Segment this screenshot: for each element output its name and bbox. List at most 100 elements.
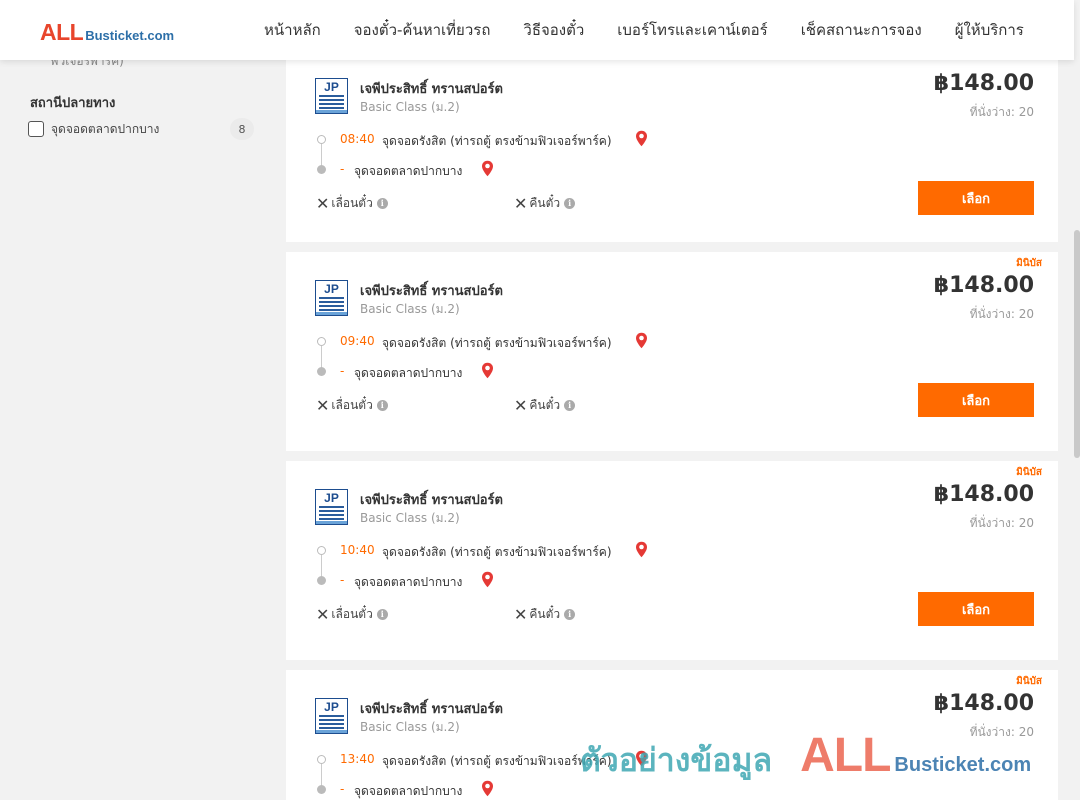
route-line [321,555,322,577]
map-pin-icon[interactable] [481,571,494,588]
scrollbar-thumb[interactable] [1074,230,1080,458]
ticket-price: ฿148.00 [933,482,1034,507]
operator-logo-text: JP [324,80,339,94]
destination-filter-option[interactable]: จุดจอดตลาดปากบาง 8 [28,118,256,140]
departure-time: 10:40 [340,543,375,557]
arrival-place: จุดจอดตลาดปากบาง [354,784,463,798]
arrival-place: จุดจอดตลาดปากบาง [354,164,463,178]
cross-icon: ✕ [514,193,528,213]
select-trip-button[interactable]: เลือก [918,181,1034,215]
minibus-tag: มินิบัส [1016,467,1042,478]
arrival-dash: - [340,162,345,176]
departure-place: จุดจอดรังสิต (ท่ารถตู้ ตรงข้ามฟิวเจอร์พา… [382,754,612,768]
minibus-tag: มินิบัส [1016,676,1042,687]
map-pin-icon[interactable] [481,780,494,797]
watermark-busticket: Busticket.com [894,754,1032,776]
minibus-tag: มินิบัส [1016,258,1042,269]
arrival-dash: - [340,573,345,587]
route-start-dot [317,546,326,555]
route-end-dot [317,165,326,174]
cross-icon: ✕ [316,395,330,415]
nav-check-booking[interactable]: เช็คสถานะการจอง [801,18,922,42]
watermark-all: ALL [800,729,891,782]
route-end-dot [317,367,326,376]
operator-name: เจพีประสิทธิ์ ทรานสปอร์ต [360,82,503,97]
nav-phone-counters[interactable]: เบอร์โทรและเคาน์เตอร์ [617,18,767,42]
nav-home[interactable]: หน้าหลัก [264,18,321,42]
ticket-price: ฿148.00 [933,691,1034,716]
cross-icon: ✕ [316,604,330,624]
nav-book-search[interactable]: จองตั๋ว-ค้นหาเที่ยวรถ [354,18,491,42]
operator-name: เจพีประสิทธิ์ ทรานสปอร์ต [360,702,503,717]
ticket-price: ฿148.00 [933,273,1034,298]
logo-all: ALL [40,19,84,45]
operator-logo-text: JP [324,700,339,714]
change-ticket-label: เลื่อนตั๋ว [331,398,373,412]
refund-ticket-policy[interactable]: ✕ คืนตั๋ว i [514,604,576,624]
cross-icon: ✕ [514,604,528,624]
route-start-dot [317,337,326,346]
departure-time: 08:40 [340,132,375,146]
change-ticket-policy[interactable]: ✕ เลื่อนตั๋ว i [316,194,388,213]
nav-operators[interactable]: ผู้ให้บริการ [955,18,1024,42]
operator-name: เจพีประสิทธิ์ ทรานสปอร์ต [360,284,503,299]
info-icon[interactable]: i [376,609,388,620]
operator-name: เจพีประสิทธิ์ ทรานสปอร์ต [360,493,503,508]
bus-class: Basic Class (ม.2) [360,720,460,734]
ticket-price: ฿148.00 [933,71,1034,96]
refund-ticket-label: คืนตั๋ว [529,398,561,412]
info-icon[interactable]: i [564,400,576,411]
destination-filter-title: สถานีปลายทาง [30,96,116,111]
route-line [321,764,322,786]
site-logo[interactable]: ALL Busticket.com [40,19,174,46]
arrival-place: จุดจอดตลาดปากบาง [354,366,463,380]
bus-class: Basic Class (ม.2) [360,100,460,114]
info-icon[interactable]: i [564,609,576,620]
refund-ticket-label: คืนตั๋ว [529,196,561,210]
refund-ticket-policy[interactable]: ✕ คืนตั๋ว i [514,395,576,415]
arrival-place: จุดจอดตลาดปากบาง [354,575,463,589]
route-line [321,144,322,166]
cross-icon: ✕ [316,193,330,213]
departure-time: 13:40 [340,752,375,766]
bus-class: Basic Class (ม.2) [360,302,460,316]
route-start-dot [317,135,326,144]
map-pin-icon[interactable] [481,160,494,177]
operator-logo-text: JP [324,282,339,296]
operator-logo: JP [315,280,348,316]
select-trip-button[interactable]: เลือก [918,592,1034,626]
logo-busticket: Busticket.com [85,28,175,43]
filter-count-badge: 8 [230,118,254,140]
map-pin-icon[interactable] [635,130,648,147]
map-pin-icon[interactable] [635,332,648,349]
seats-available: ที่นั่งว่าง: 20 [969,105,1034,119]
change-ticket-label: เลื่อนตั๋ว [331,607,373,621]
select-trip-button[interactable]: เลือก [918,383,1034,417]
arrival-dash: - [340,364,345,378]
info-icon[interactable]: i [564,198,576,209]
map-pin-icon[interactable] [481,362,494,379]
map-pin-icon[interactable] [635,541,648,558]
departure-place: จุดจอดรังสิต (ท่ารถตู้ ตรงข้ามฟิวเจอร์พา… [382,545,612,559]
departure-place: จุดจอดรังสิต (ท่ารถตู้ ตรงข้ามฟิวเจอร์พา… [382,134,612,148]
top-navbar: ALL Busticket.com หน้าหลัก จองตั๋ว-ค้นหา… [0,0,1074,60]
info-icon[interactable]: i [376,198,388,209]
route-end-dot [317,785,326,794]
info-icon[interactable]: i [376,400,388,411]
operator-logo: JP [315,698,348,734]
watermark: ตัวอย่างข้อมูล ALL Busticket.com [580,728,1031,786]
trip-card: มินิบัส JP เจพีประสิทธิ์ ทรานสปอร์ต Basi… [286,461,1058,660]
refund-ticket-policy[interactable]: ✕ คืนตั๋ว i [514,193,576,213]
seats-available: ที่นั่งว่าง: 20 [969,516,1034,530]
change-ticket-policy[interactable]: ✕ เลื่อนตั๋ว i [316,605,388,624]
filter-checkbox[interactable] [28,121,44,137]
route-line [321,346,322,368]
arrival-dash: - [340,782,345,796]
cross-icon: ✕ [514,395,528,415]
bus-class: Basic Class (ม.2) [360,511,460,525]
nav-how-to-book[interactable]: วิธีจองตั๋ว [523,18,584,42]
departure-place: จุดจอดรังสิต (ท่ารถตู้ ตรงข้ามฟิวเจอร์พา… [382,336,612,350]
operator-logo: JP [315,78,348,114]
trip-card: JP เจพีประสิทธิ์ ทรานสปอร์ต Basic Class … [286,58,1058,242]
change-ticket-policy[interactable]: ✕ เลื่อนตั๋ว i [316,396,388,415]
